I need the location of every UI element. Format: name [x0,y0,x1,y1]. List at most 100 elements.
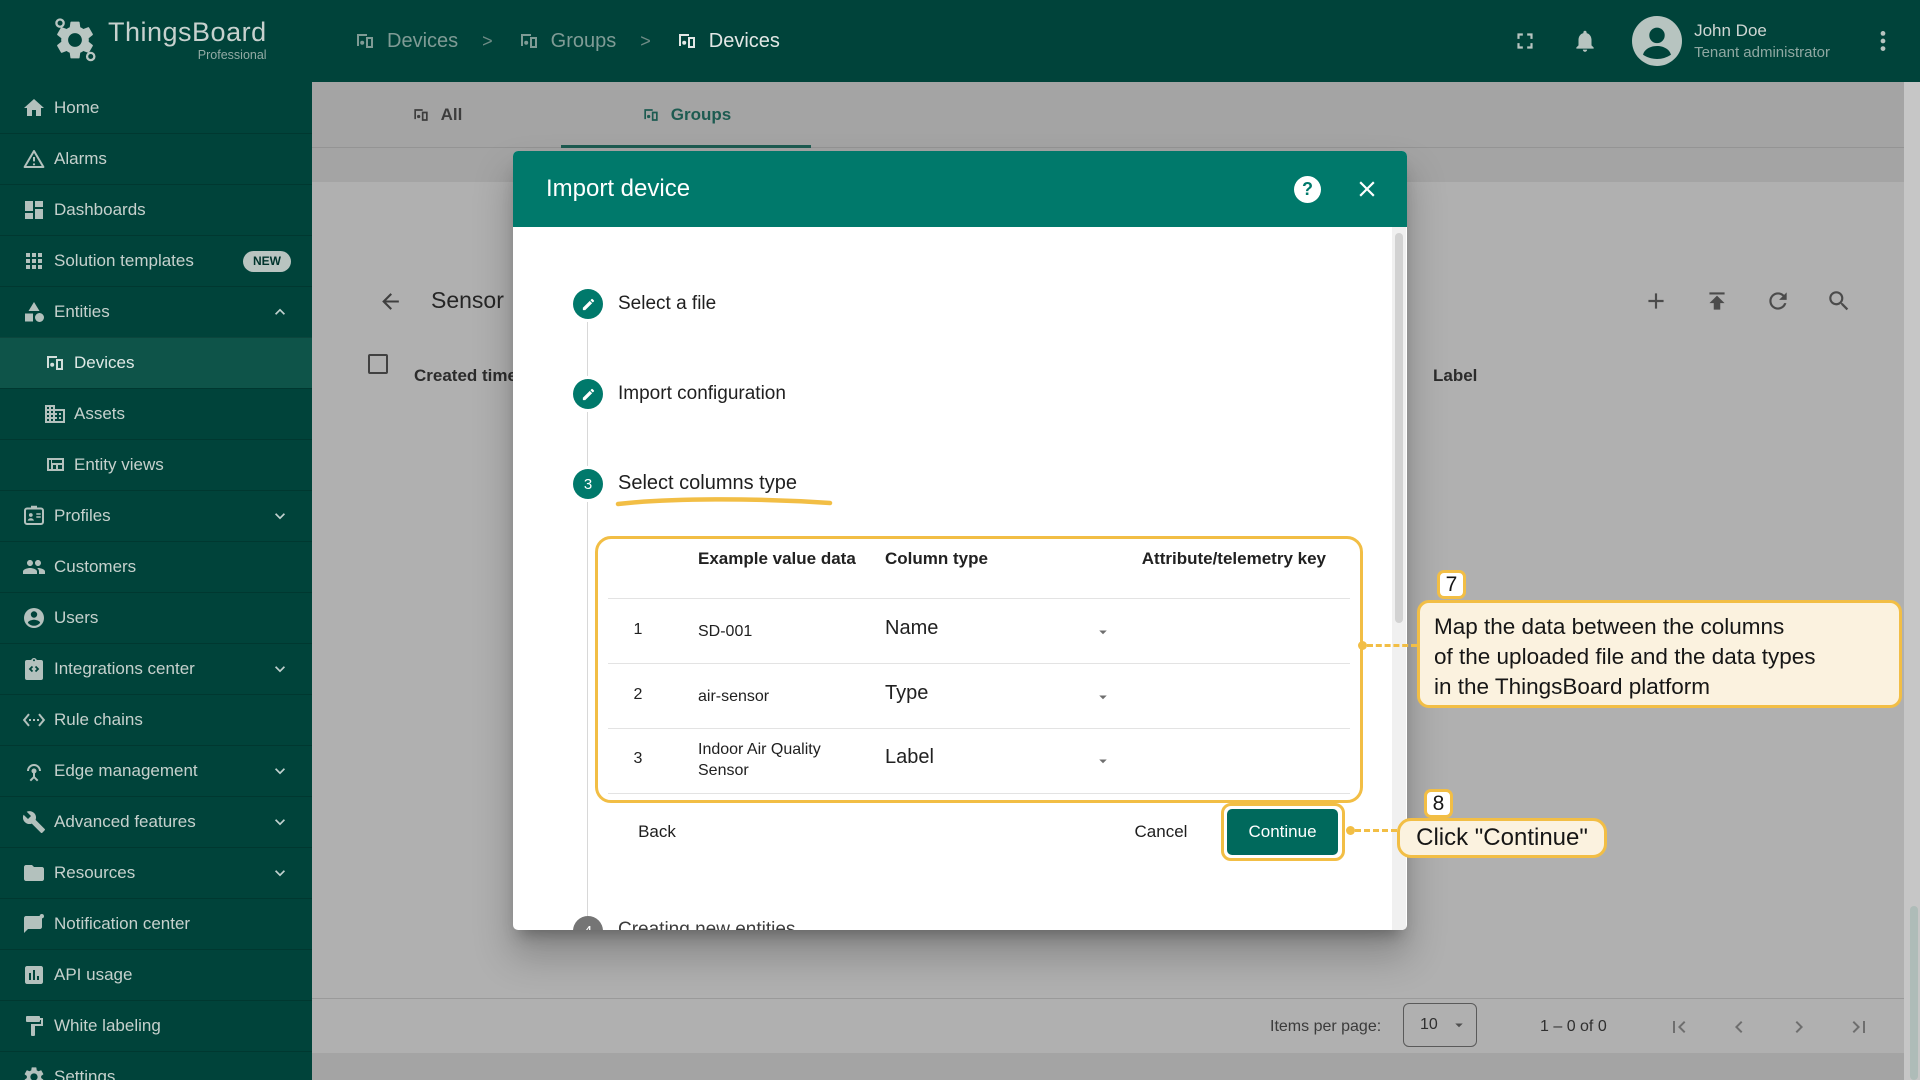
notifications-bell-icon[interactable] [1572,28,1598,54]
antenna-icon [22,759,46,783]
sidebar-item-settings[interactable]: Settings [0,1051,312,1080]
sidebar-item-solution-templates[interactable]: Solution templates NEW [0,235,312,286]
step2-circle[interactable] [573,379,603,409]
fullscreen-icon[interactable] [1512,28,1538,54]
chevron-up-icon [270,302,290,322]
select-all-checkbox[interactable] [368,354,388,374]
user-info[interactable]: John Doe Tenant administrator [1694,21,1830,61]
building-icon [43,402,67,426]
connector-dot [1358,641,1367,650]
user-name: John Doe [1694,21,1830,41]
sidebar-item-profiles[interactable]: Profiles [0,490,312,541]
chevron-down-icon [270,761,290,781]
sidebar-item-alarms[interactable]: Alarms [0,133,312,184]
sidebar-item-rule-chains[interactable]: Rule chains [0,694,312,745]
top-bar: ThingsBoard Professional Devices > Group… [0,0,1920,82]
cancel-button[interactable]: Cancel [1113,810,1209,854]
edit-pencil-icon [581,297,596,312]
code-brackets-icon [22,708,46,732]
sidebar-item-home[interactable]: Home [0,82,312,133]
sidebar-item-resources[interactable]: Resources [0,847,312,898]
step1-label[interactable]: Select a file [618,293,716,315]
group-title: Sensor [431,287,504,314]
annotation-callout-8: Click "Continue" [1397,818,1607,858]
sidebar-item-entity-views[interactable]: Entity views [0,439,312,490]
last-page-icon[interactable] [1847,1015,1871,1039]
category-shapes-icon [22,300,46,324]
sidebar-item-integrations-center[interactable]: Integrations center [0,643,312,694]
tools-icon [22,810,46,834]
next-page-icon[interactable] [1787,1015,1811,1039]
close-icon[interactable] [1354,176,1380,202]
stepper-connector [587,412,588,466]
account-circle-icon [22,606,46,630]
refresh-icon[interactable] [1765,288,1791,314]
pagination-bar: Items per page: 10 1 – 0 of 0 [312,998,1904,1053]
chevron-down-icon [270,812,290,832]
connector-dot [1346,826,1355,835]
bar-chart-icon [22,963,46,987]
stepper-connector [587,502,588,920]
paint-roller-icon [22,1014,46,1038]
sidebar-item-edge-management[interactable]: Edge management [0,745,312,796]
dialog-header: Import device ? [513,151,1407,227]
chevron-down-icon [270,506,290,526]
step3-highlight-underline [615,494,835,510]
people-icon [22,555,46,579]
step2-label[interactable]: Import configuration [618,383,786,405]
breadcrumb-groups[interactable]: Groups [517,29,617,53]
sidebar-item-advanced-features[interactable]: Advanced features [0,796,312,847]
sidebar-item-dashboards[interactable]: Dashboards [0,184,312,235]
sidebar-item-users[interactable]: Users [0,592,312,643]
column-header-created-time[interactable]: Created time [414,366,517,386]
gear-icon [22,1065,46,1080]
user-role: Tenant administrator [1694,44,1830,61]
tab-groups[interactable]: Groups [561,82,811,148]
first-page-icon[interactable] [1667,1015,1691,1039]
dashboards-icon [22,198,46,222]
tab-all[interactable]: All [312,82,561,148]
back-arrow-icon[interactable] [378,289,403,314]
breadcrumb-separator: > [482,31,493,52]
kebab-menu-icon[interactable] [1870,28,1896,54]
sidebar-scrollbar[interactable] [1910,906,1918,1080]
user-avatar[interactable] [1632,16,1682,66]
integration-clipboard-icon [22,657,46,681]
annotation-step-number-7: 7 [1437,570,1466,599]
column-header-label[interactable]: Label [1433,366,1477,386]
help-icon[interactable]: ? [1294,176,1321,203]
sidebar-item-devices[interactable]: Devices [0,337,312,388]
breadcrumb: Devices > Groups > Devices [353,0,780,82]
view-quilt-icon [43,453,67,477]
sidebar-item-api-usage[interactable]: API usage [0,949,312,1000]
step3-label[interactable]: Select columns type [618,472,797,495]
devices-group-icon [641,105,661,125]
app-edition: Professional [108,48,267,62]
breadcrumb-devices-current[interactable]: Devices [675,29,780,53]
breadcrumb-devices[interactable]: Devices [353,29,458,53]
back-button[interactable]: Back [613,810,701,854]
sidebar-item-customers[interactable]: Customers [0,541,312,592]
step3-circle[interactable]: 3 [573,469,603,499]
sidebar-item-assets[interactable]: Assets [0,388,312,439]
page-size-select[interactable]: 10 [1403,1003,1477,1047]
app-logo[interactable]: ThingsBoard Professional [52,17,267,63]
sidebar-item-white-labeling[interactable]: White labeling [0,1000,312,1051]
devices-group-icon [411,105,431,125]
annotation-callout-7: Map the data between the columns of the … [1417,600,1902,708]
connector-dash [1367,644,1417,647]
sidebar-item-entities[interactable]: Entities [0,286,312,337]
warning-triangle-icon [22,147,46,171]
sidebar-item-notification-center[interactable]: Notification center [0,898,312,949]
devices-group-icon [43,351,67,375]
step1-circle[interactable] [573,289,603,319]
app-name: ThingsBoard [108,17,267,47]
search-icon[interactable] [1826,288,1852,314]
add-icon[interactable] [1643,288,1669,314]
devices-group-icon [517,29,541,53]
import-upload-icon[interactable] [1704,288,1730,314]
thingsboard-logo-icon [52,17,98,63]
folder-icon [22,861,46,885]
prev-page-icon[interactable] [1727,1015,1751,1039]
apps-grid-icon [22,249,46,273]
